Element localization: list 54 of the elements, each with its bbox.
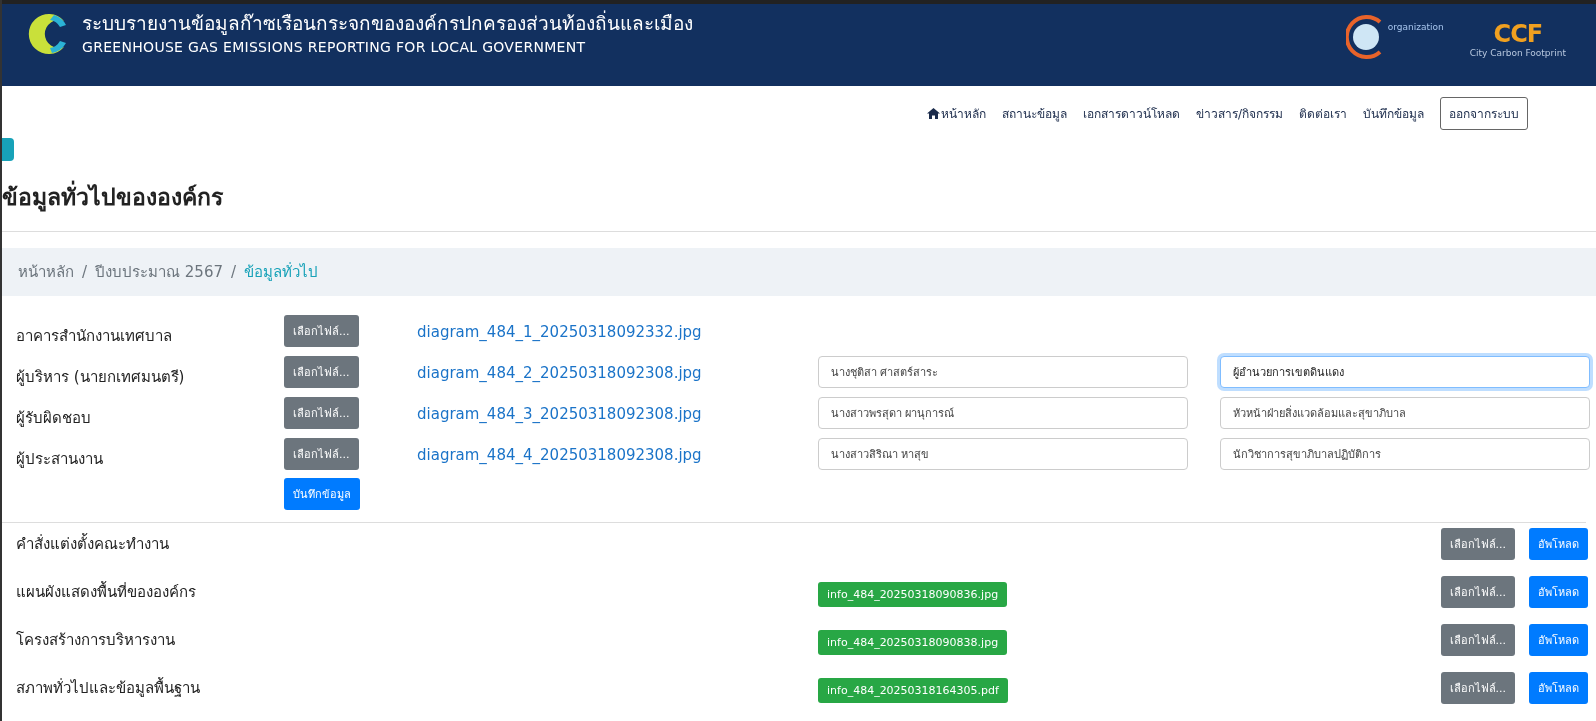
nav-link[interactable]: สถานะข้อมูล	[1001, 103, 1067, 123]
name-input[interactable]: นางชุติสา ศาสตร์สาระ	[818, 356, 1188, 388]
system-subtitle: GREENHOUSE GAS EMISSIONS REPORTING FOR LOCAL GOVERNMENT	[82, 38, 587, 57]
file-link[interactable]: diagram_484_1_20250318092332.jpg	[417, 322, 702, 341]
logout-button[interactable]: ออกจากระบบ	[1440, 96, 1528, 130]
row-label: ผู้รับผิดชอบ	[16, 408, 92, 429]
choose-file-button[interactable]: เลือกไฟล์...	[284, 438, 359, 470]
ccf-logo-text: CCF	[1493, 20, 1543, 48]
nav-link[interactable]: ติดต่อเรา	[1299, 103, 1347, 123]
upload-button[interactable]: อัพโหลด	[1529, 576, 1588, 608]
nav-link[interactable]: หน้าหลัก	[926, 103, 986, 123]
logo-caption: City Carbon Footprint	[1469, 48, 1566, 58]
upload-button[interactable]: อัพโหลด	[1529, 672, 1588, 704]
system-title: ระบบรายงานข้อมูลก๊าซเรือนกระจกขององค์กรปกครองส่วนท้องถิ่นและเมือง	[82, 10, 693, 36]
document-label: คำสั่งแต่งตั้งคณะทำงาน	[16, 532, 170, 555]
choose-file-button[interactable]: เลือกไฟล์...	[1440, 528, 1515, 560]
file-link[interactable]: diagram_484_4_20250318092308.jpg	[417, 445, 702, 464]
logo-caption: organization	[1387, 22, 1444, 32]
row-label: อาคารสำนักงานเทศบาล	[16, 326, 173, 347]
position-input[interactable]: นักวิชาการสุขาภิบาลปฏิบัติการ	[1220, 438, 1590, 470]
breadcrumb-link[interactable]: ปีงบประมาณ 2567	[95, 260, 223, 284]
file-link[interactable]: diagram_484_2_20250318092308.jpg	[417, 363, 702, 382]
upload-button[interactable]: อัพโหลด	[1529, 624, 1588, 656]
uploaded-file-badge: info_484_20250318090836.jpg	[818, 581, 1008, 607]
home-icon	[926, 107, 940, 119]
upload-button[interactable]: อัพโหลด	[1529, 528, 1588, 560]
name-input[interactable]: นางสาวสิริณา หาสุข	[818, 438, 1188, 470]
choose-file-button[interactable]: เลือกไฟล์...	[284, 315, 359, 347]
document-label: แผนผังแสดงพื้นที่ขององค์กร	[16, 580, 197, 603]
row-label: ผู้ประสานงาน	[16, 449, 104, 470]
position-input[interactable]: หัวหน้าฝ่ายสิ่งแวดล้อมและสุขาภิบาล	[1220, 397, 1590, 429]
sidebar-toggle-tab[interactable]	[2, 138, 14, 161]
nav-link[interactable]: เอกสารดาวน์โหลด	[1082, 103, 1180, 123]
uploaded-file-badge: info_484_20250318164305.pdf	[818, 677, 1008, 703]
name-input[interactable]: นางสาวพรสุดา ผานุการณ์	[818, 397, 1188, 429]
choose-file-button[interactable]: เลือกไฟล์...	[284, 397, 359, 429]
breadcrumb-link[interactable]: หน้าหลัก	[18, 260, 74, 284]
breadcrumb-separator: /	[82, 263, 88, 281]
breadcrumb-separator: /	[231, 263, 237, 281]
document-label: โครงสร้างการบริหารงาน	[16, 630, 176, 651]
choose-file-button[interactable]: เลือกไฟล์...	[1440, 624, 1515, 656]
page-title: ข้อมูลทั่วไปขององค์กร	[2, 179, 1596, 215]
uploaded-file-badge: info_484_20250318090838.jpg	[818, 629, 1008, 655]
document-label: สภาพทั่วไปและข้อมูลพื้นฐาน	[16, 676, 201, 699]
save-button[interactable]: บันทึกข้อมูล	[284, 478, 360, 510]
nav-link[interactable]: บันทึกข้อมูล	[1363, 103, 1424, 123]
choose-file-button[interactable]: เลือกไฟล์...	[1440, 576, 1515, 608]
nav-link[interactable]: ข่าวสาร/กิจกรรม	[1195, 103, 1283, 123]
choose-file-button[interactable]: เลือกไฟล์...	[1440, 672, 1515, 704]
file-link[interactable]: diagram_484_3_20250318092308.jpg	[417, 404, 702, 423]
position-input[interactable]: ผู้อำนวยการเขตดินแดง	[1220, 356, 1590, 388]
row-label: ผู้บริหาร (นายกเทศมนตรี)	[16, 367, 186, 388]
choose-file-button[interactable]: เลือกไฟล์...	[284, 356, 359, 388]
breadcrumb-link[interactable]: ข้อมูลทั่วไป	[244, 260, 319, 284]
